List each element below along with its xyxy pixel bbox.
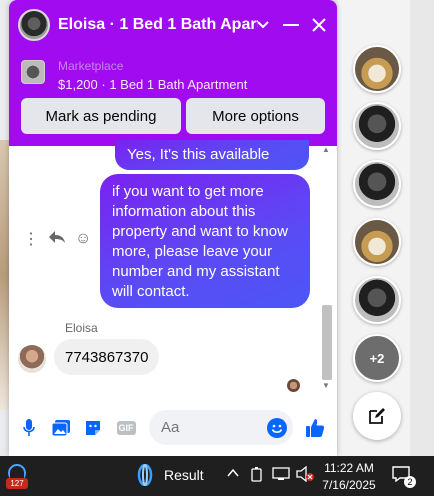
sticker-icon[interactable] — [83, 418, 103, 438]
chat-header: Eloisa · 1 Bed 1 Bath Apart Marketplace … — [9, 0, 337, 146]
chat-window: Eloisa · 1 Bed 1 Bath Apart Marketplace … — [9, 0, 337, 456]
more-options-button[interactable]: More options — [186, 98, 325, 134]
outgoing-message[interactable]: if you want to get more information abou… — [100, 174, 310, 308]
chevron-up-icon[interactable] — [226, 466, 240, 483]
composer: GIF — [9, 402, 337, 456]
scrollbar-thumb[interactable] — [322, 305, 332, 380]
notification-count: 2 — [404, 476, 416, 488]
chat-head-avatar[interactable] — [353, 276, 401, 324]
chat-head-avatar[interactable] — [353, 160, 401, 208]
taskbar-result-label[interactable]: Result — [164, 467, 204, 483]
message-actions: ⋮ ☺ — [23, 228, 91, 250]
scroll-down-arrow[interactable]: ▼ — [322, 381, 330, 390]
volume-muted-icon[interactable] — [296, 465, 314, 485]
chevron-down-icon[interactable] — [251, 13, 275, 37]
taskbar-app-icon[interactable] — [6, 462, 28, 482]
clock-date: 7/16/2025 — [322, 478, 376, 492]
contact-avatar[interactable] — [18, 9, 50, 41]
more-icon[interactable]: ⋮ — [23, 229, 39, 249]
reply-icon[interactable] — [48, 230, 66, 249]
more-chats-button[interactable]: +2 — [353, 334, 401, 382]
chat-head-avatar[interactable] — [353, 102, 401, 150]
like-icon[interactable] — [305, 418, 325, 438]
notifications-icon[interactable]: 2 — [392, 466, 416, 488]
incoming-message[interactable]: 7743867370 — [54, 339, 159, 375]
outgoing-message[interactable]: Yes, It's this available now. — [115, 140, 309, 183]
taskbar-clock[interactable]: 11:22 AM 7/16/2025 — [318, 460, 380, 494]
close-icon[interactable] — [307, 13, 331, 37]
background-scroll-area — [410, 0, 434, 456]
battery-icon[interactable] — [250, 466, 264, 485]
chat-head-avatar[interactable] — [353, 45, 401, 93]
listing-title[interactable]: $1,200 · 1 Bed 1 Bath Apartment — [58, 77, 247, 92]
clock-time: 11:22 AM — [324, 461, 374, 475]
chat-head-avatar[interactable] — [353, 218, 401, 266]
network-icon[interactable] — [272, 467, 290, 484]
image-icon[interactable] — [51, 418, 71, 438]
emoji-icon[interactable] — [267, 418, 287, 438]
marketplace-label: Marketplace — [58, 59, 124, 73]
read-receipt-avatar — [287, 379, 300, 392]
new-message-button[interactable] — [353, 392, 401, 440]
minimize-icon[interactable] — [279, 13, 303, 37]
gif-label: GIF — [116, 421, 136, 435]
scroll-up-arrow[interactable]: ▲ — [322, 145, 330, 154]
sender-name: Eloisa — [65, 321, 98, 335]
notification-badge: 127 — [6, 478, 28, 489]
mark-as-pending-button[interactable]: Mark as pending — [21, 98, 181, 134]
mic-icon[interactable] — [19, 418, 39, 438]
listing-thumbnail[interactable] — [21, 60, 45, 84]
compose-icon — [369, 408, 385, 424]
chat-title[interactable]: Eloisa · 1 Bed 1 Bath Apart — [58, 16, 258, 34]
weather-icon[interactable] — [134, 463, 158, 488]
react-icon[interactable]: ☺ — [75, 230, 91, 248]
gif-icon[interactable]: GIF — [115, 418, 137, 438]
sender-avatar[interactable] — [18, 345, 46, 373]
